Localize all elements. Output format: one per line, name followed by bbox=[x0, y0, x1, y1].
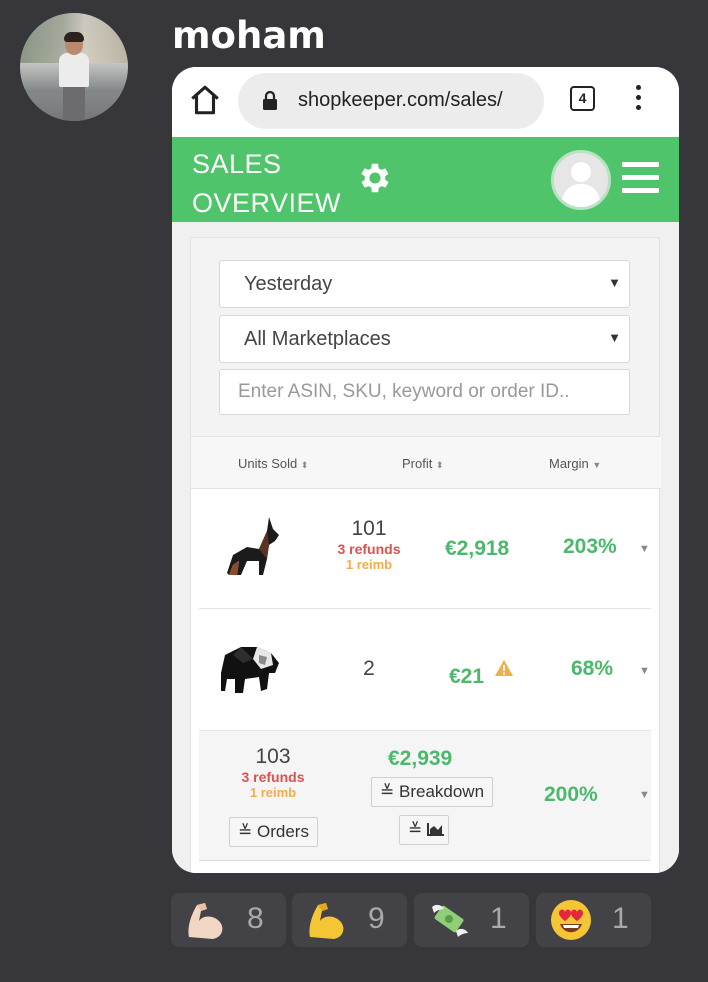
profit-cell: €21 bbox=[449, 659, 514, 689]
hamburger-menu-icon[interactable] bbox=[622, 162, 659, 194]
refunds-label: 3 refunds bbox=[337, 541, 401, 557]
sales-table: Units Sold ⬍ Profit ⬍ Margin ▼ 101 3 ref bbox=[190, 437, 661, 873]
dropdown-caret-icon: ▼ bbox=[608, 330, 621, 345]
expand-row-icon[interactable]: ▼ bbox=[639, 789, 650, 801]
username[interactable]: moham bbox=[172, 14, 326, 57]
reaction-money-with-wings[interactable]: 1 bbox=[414, 893, 529, 947]
browser-toolbar: shopkeeper.com/sales/ 4 bbox=[172, 67, 679, 137]
gear-icon[interactable] bbox=[356, 159, 394, 197]
table-header: Units Sold ⬍ Profit ⬍ Margin ▼ bbox=[191, 437, 661, 489]
totals-row: 103 3 refunds 1 reimb ≚ Orders €2,939 ≚ … bbox=[199, 731, 651, 861]
total-units-value: 103 bbox=[255, 745, 291, 768]
breakdown-button[interactable]: ≚ Breakdown bbox=[371, 777, 494, 807]
double-chevron-down-icon: ≚ bbox=[408, 820, 423, 839]
column-header-margin[interactable]: Margin ▼ bbox=[549, 456, 601, 471]
dropdown-caret-icon: ▼ bbox=[608, 275, 621, 290]
area-chart-icon bbox=[426, 823, 444, 836]
more-options-icon[interactable] bbox=[634, 85, 642, 111]
reaction-flexed-biceps-light[interactable]: 8 bbox=[171, 893, 286, 947]
search-input[interactable] bbox=[219, 369, 630, 415]
units-sold-value: 101 bbox=[351, 517, 387, 540]
reaction-count: 1 bbox=[490, 902, 507, 935]
sales-content: Yesterday ▼ All Marketplaces ▼ Units Sol… bbox=[172, 222, 679, 873]
table-row[interactable]: 101 3 refunds 1 reimb €2,918 203% ▼ bbox=[199, 489, 651, 609]
profit-value: €2,918 bbox=[445, 537, 510, 560]
screenshot-attachment[interactable]: shopkeeper.com/sales/ 4 SALES OVERVIEW Y… bbox=[172, 67, 679, 873]
orders-button[interactable]: ≚ Orders bbox=[229, 817, 318, 847]
period-select-value: Yesterday bbox=[244, 273, 333, 295]
reaction-heart-eyes[interactable]: 1 bbox=[536, 893, 651, 947]
filter-panel: Yesterday ▼ All Marketplaces ▼ bbox=[190, 237, 660, 437]
total-reimb-label: 1 reimb bbox=[249, 785, 297, 800]
doberman-product-icon bbox=[227, 517, 279, 575]
double-chevron-down-icon: ≚ bbox=[380, 782, 395, 801]
total-margin-value: 200% bbox=[544, 783, 598, 806]
flexed-biceps-icon bbox=[309, 903, 344, 939]
warning-icon[interactable] bbox=[494, 659, 514, 677]
sort-icon: ⬍ bbox=[435, 460, 444, 470]
money-with-wings-icon bbox=[432, 904, 468, 937]
lock-icon bbox=[263, 91, 277, 110]
column-header-profit[interactable]: Profit ⬍ bbox=[402, 456, 444, 471]
margin-value: 203% bbox=[563, 535, 617, 558]
profile-avatar-icon[interactable] bbox=[551, 150, 611, 210]
margin-value: 68% bbox=[571, 657, 614, 680]
table-row[interactable]: 2 €21 68% ▼ bbox=[199, 609, 651, 731]
chart-toggle-button[interactable]: ≚ bbox=[399, 815, 449, 845]
url-text: shopkeeper.com/sales/ bbox=[298, 89, 503, 111]
address-bar[interactable]: shopkeeper.com/sales/ bbox=[238, 73, 544, 129]
profit-value: €21 bbox=[449, 665, 485, 688]
marketplace-select[interactable]: All Marketplaces ▼ bbox=[219, 315, 630, 363]
units-sold-value: 2 bbox=[363, 657, 375, 680]
sort-desc-icon: ▼ bbox=[592, 460, 602, 470]
user-avatar[interactable] bbox=[20, 13, 128, 121]
flexed-biceps-light-icon bbox=[188, 903, 223, 939]
heart-eyes-icon bbox=[551, 900, 591, 940]
app-header: SALES OVERVIEW bbox=[172, 137, 679, 222]
reaction-count: 8 bbox=[247, 902, 264, 935]
expand-row-icon[interactable]: ▼ bbox=[639, 665, 650, 677]
tabs-count-icon[interactable]: 4 bbox=[570, 86, 595, 111]
period-select[interactable]: Yesterday ▼ bbox=[219, 260, 630, 308]
home-icon[interactable] bbox=[188, 83, 222, 117]
reimb-label: 1 reimb bbox=[345, 557, 393, 572]
double-chevron-down-icon: ≚ bbox=[238, 822, 253, 841]
total-profit-value: €2,939 bbox=[388, 747, 453, 770]
marketplace-select-value: All Marketplaces bbox=[244, 328, 391, 350]
page-title: SALES OVERVIEW bbox=[192, 149, 342, 218]
reaction-count: 1 bbox=[612, 902, 629, 935]
reaction-count: 9 bbox=[368, 902, 385, 935]
reactions-bar: 8 9 1 1 bbox=[0, 893, 708, 947]
column-header-units[interactable]: Units Sold ⬍ bbox=[238, 456, 308, 471]
sort-icon: ⬍ bbox=[300, 460, 309, 470]
reaction-flexed-biceps[interactable]: 9 bbox=[292, 893, 407, 947]
total-refunds-label: 3 refunds bbox=[241, 769, 305, 785]
expand-row-icon[interactable]: ▼ bbox=[639, 543, 650, 555]
bear-product-icon bbox=[221, 647, 279, 693]
